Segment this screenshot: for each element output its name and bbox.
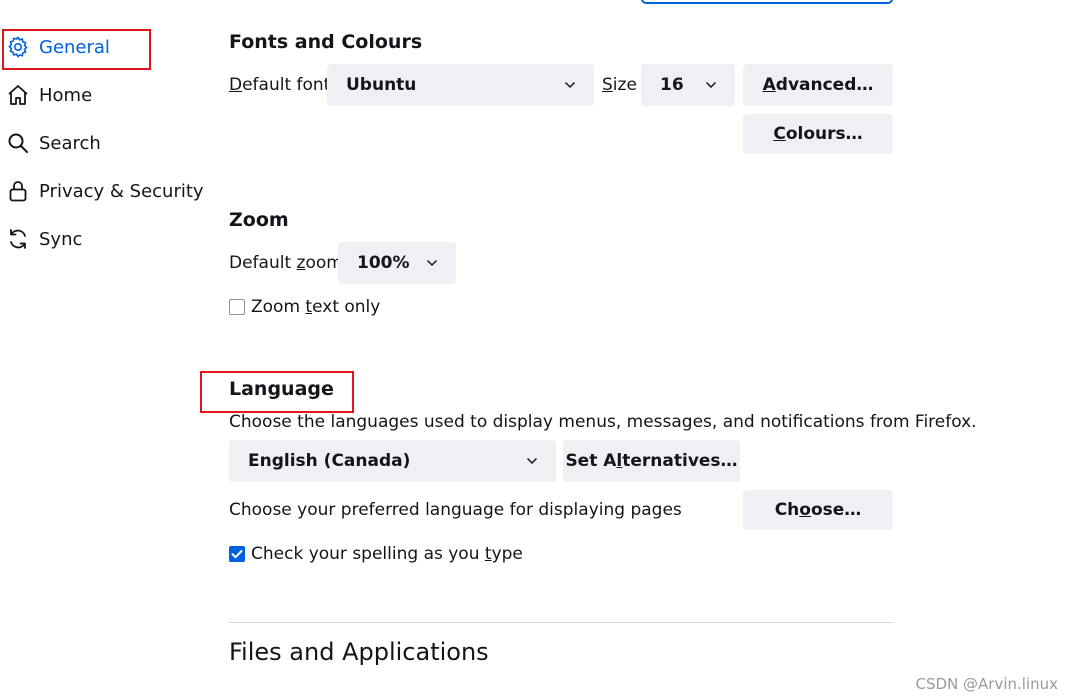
chevron-down-icon — [564, 81, 576, 89]
sidebar-item-label: Search — [39, 132, 101, 154]
font-size-select[interactable]: 16 — [641, 64, 735, 106]
section-divider — [229, 622, 893, 623]
sidebar-item-label: General — [39, 36, 110, 58]
language-value: English (Canada) — [248, 451, 411, 471]
default-font-value: Ubuntu — [346, 75, 417, 95]
files-applications-heading: Files and Applications — [229, 638, 489, 666]
chevron-down-icon — [705, 81, 717, 89]
search-box-partial[interactable] — [641, 0, 893, 4]
chevron-down-icon — [526, 457, 538, 465]
size-label: Size — [602, 75, 637, 95]
checkmark-icon — [231, 550, 243, 559]
font-size-value: 16 — [660, 75, 684, 95]
sync-icon — [6, 227, 30, 251]
sidebar-item-privacy[interactable]: Privacy & Security — [6, 175, 204, 207]
sidebar-item-label: Sync — [39, 228, 83, 250]
sidebar-item-sync[interactable]: Sync — [6, 223, 82, 255]
colours-button[interactable]: Colours… — [743, 114, 893, 154]
advanced-fonts-button[interactable]: Advanced… — [743, 64, 893, 106]
default-font-label: Default font — [229, 75, 331, 95]
language-description: Choose the languages used to display men… — [229, 412, 977, 432]
sidebar-item-general[interactable]: General — [6, 31, 110, 63]
gear-icon — [6, 35, 30, 59]
default-zoom-label: Default zoom — [229, 253, 343, 273]
choose-language-button[interactable]: Ch o ose… — [743, 490, 893, 530]
chevron-down-icon — [426, 259, 438, 267]
zoom-heading: Zoom — [229, 209, 289, 231]
zoom-text-only-checkbox[interactable] — [229, 299, 245, 315]
sidebar-item-label: Home — [39, 84, 93, 106]
set-alternatives-button[interactable]: Set Al ternatives… — [563, 440, 740, 482]
default-font-select[interactable]: Ubuntu — [327, 64, 594, 106]
home-icon — [6, 83, 30, 107]
fonts-heading: Fonts and Colours — [229, 31, 423, 53]
sidebar-item-home[interactable]: Home — [6, 79, 92, 111]
sidebar-item-search[interactable]: Search — [6, 127, 101, 159]
spellcheck-label[interactable]: Check your spelling as you type — [251, 544, 523, 564]
lock-icon — [6, 179, 30, 203]
default-zoom-value: 100% — [357, 253, 410, 273]
preferred-language-label: Choose your preferred language for displ… — [229, 500, 682, 520]
sidebar-item-label: Privacy & Security — [39, 180, 204, 202]
search-icon — [6, 131, 30, 155]
spellcheck-checkbox[interactable] — [229, 546, 245, 562]
watermark: CSDN @Arvin.linux — [915, 675, 1058, 693]
language-heading: Language — [229, 378, 334, 400]
language-select[interactable]: English (Canada) — [229, 440, 556, 482]
default-zoom-select[interactable]: 100% — [338, 242, 456, 284]
zoom-text-only-label[interactable]: Zoom text only — [251, 297, 380, 317]
